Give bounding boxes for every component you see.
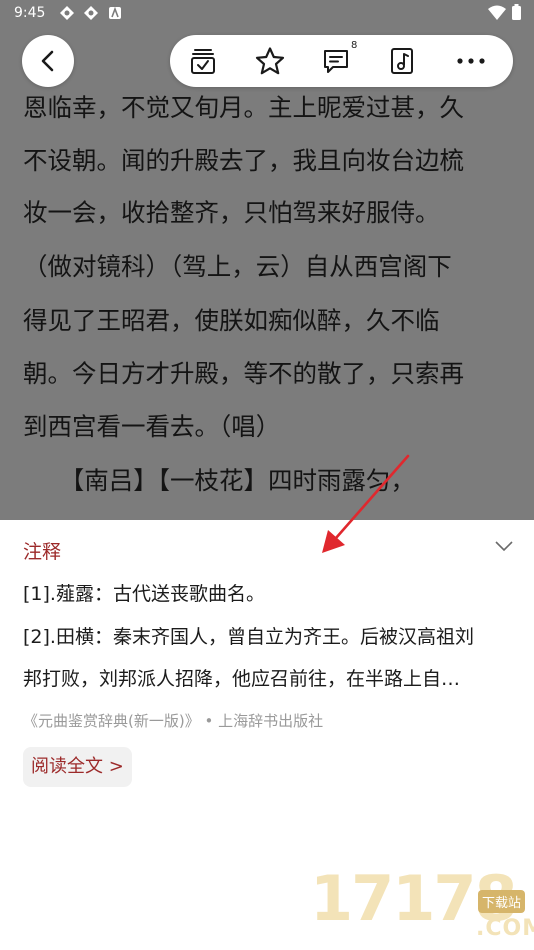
watermark-tag: 下载站 [478, 890, 526, 913]
watermark-suffix: .COM [476, 916, 534, 941]
annotation-arrow [322, 454, 410, 553]
watermark: 17178 下载站 .COM [310, 868, 534, 942]
